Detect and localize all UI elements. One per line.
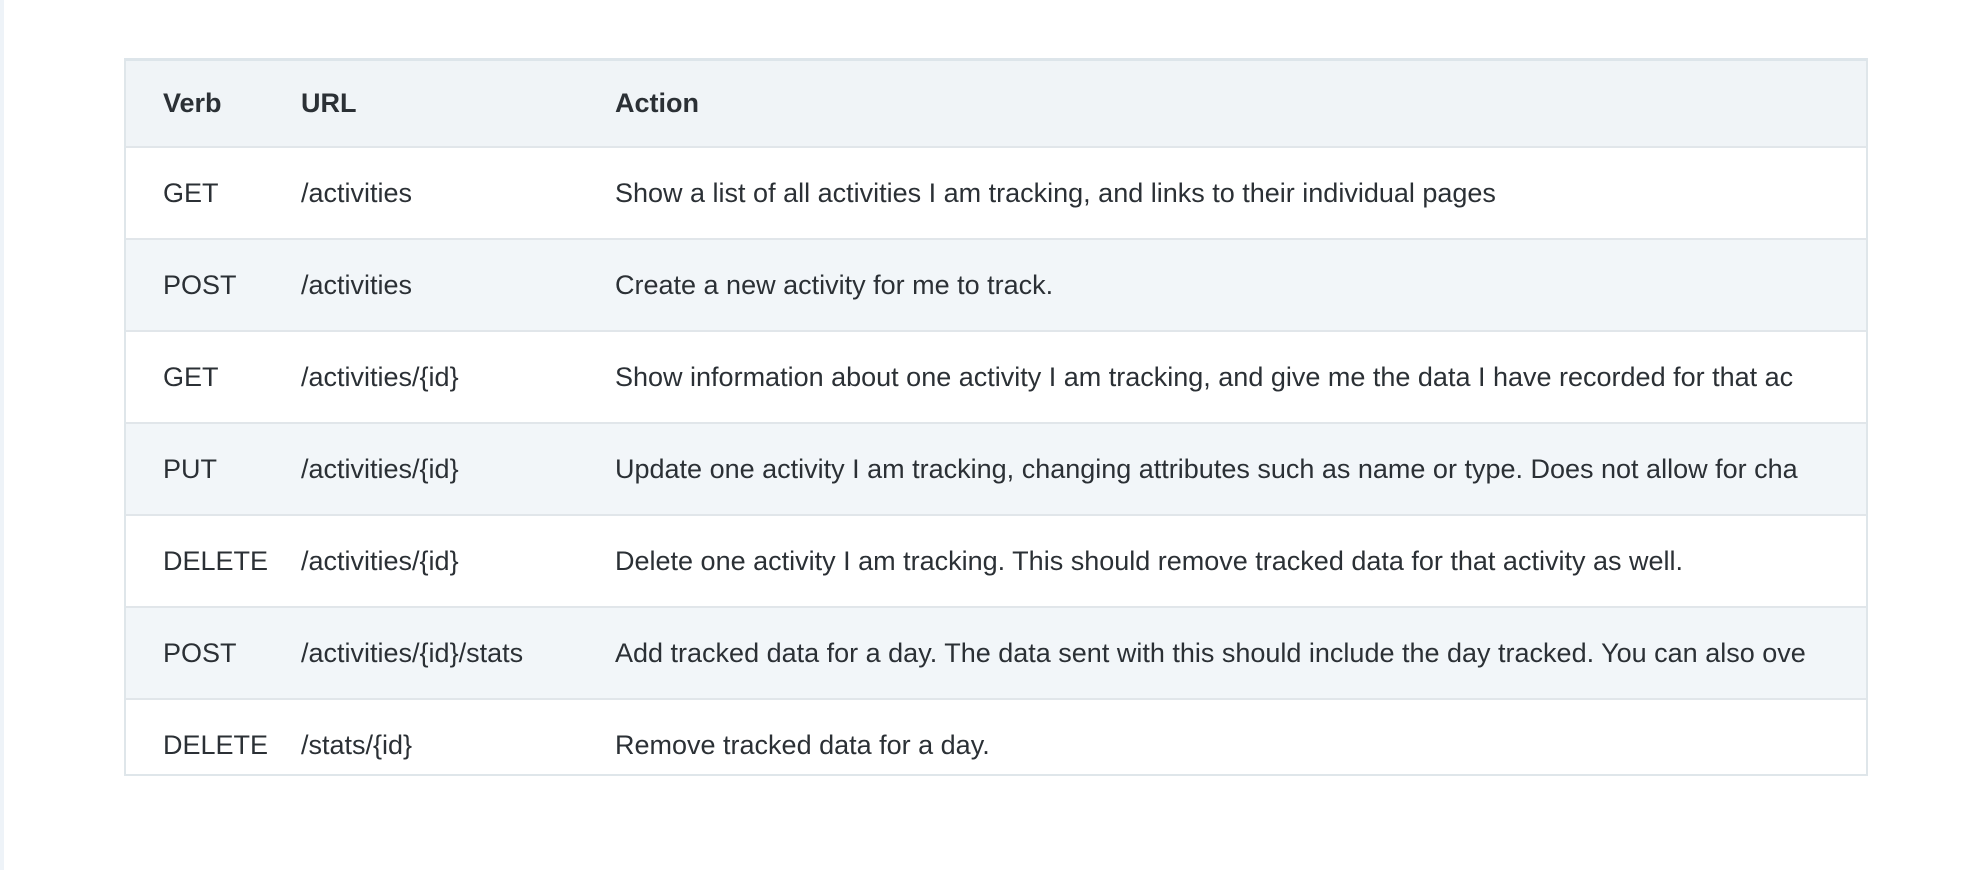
table-row: GET /activities Show a list of all activ…	[126, 146, 1866, 239]
cell-action: Create a new activity for me to track.	[615, 238, 1866, 331]
table-row: POST /activities/{id}/stats Add tracked …	[126, 606, 1866, 699]
table-header-row: Verb URL Action	[126, 61, 1866, 147]
cell-action: Show a list of all activities I am track…	[615, 146, 1866, 239]
cell-action: Delete one activity I am tracking. This …	[615, 514, 1866, 607]
cell-url: /activities	[301, 146, 615, 239]
cell-url: /activities/{id}	[301, 330, 615, 423]
cell-action: Show information about one activity I am…	[615, 330, 1866, 423]
cell-action: Add tracked data for a day. The data sen…	[615, 606, 1866, 699]
cell-verb: POST	[126, 238, 301, 331]
table-row: PUT /activities/{id} Update one activity…	[126, 422, 1866, 515]
cell-url: /activities	[301, 238, 615, 331]
cell-url: /stats/{id}	[301, 698, 615, 774]
cell-url: /activities/{id}	[301, 514, 615, 607]
left-edge-strip	[0, 0, 4, 870]
table-row: DELETE /stats/{id} Remove tracked data f…	[126, 698, 1866, 774]
cell-verb: PUT	[126, 422, 301, 515]
cell-action: Remove tracked data for a day.	[615, 698, 1866, 774]
table-row: DELETE /activities/{id} Delete one activ…	[126, 514, 1866, 607]
cell-url: /activities/{id}	[301, 422, 615, 515]
api-routes-table-container[interactable]: Verb URL Action GET /activities Show a l…	[124, 58, 1868, 776]
cell-verb: GET	[126, 146, 301, 239]
header-verb: Verb	[126, 61, 301, 147]
api-routes-table: Verb URL Action GET /activities Show a l…	[126, 61, 1866, 774]
cell-url: /activities/{id}/stats	[301, 606, 615, 699]
header-action: Action	[615, 61, 1866, 147]
table-row: POST /activities Create a new activity f…	[126, 238, 1866, 331]
cell-verb: GET	[126, 330, 301, 423]
cell-verb: POST	[126, 606, 301, 699]
cell-action: Update one activity I am tracking, chang…	[615, 422, 1866, 515]
cell-verb: DELETE	[126, 514, 301, 607]
table-row: GET /activities/{id} Show information ab…	[126, 330, 1866, 423]
header-url: URL	[301, 61, 615, 147]
cell-verb: DELETE	[126, 698, 301, 774]
